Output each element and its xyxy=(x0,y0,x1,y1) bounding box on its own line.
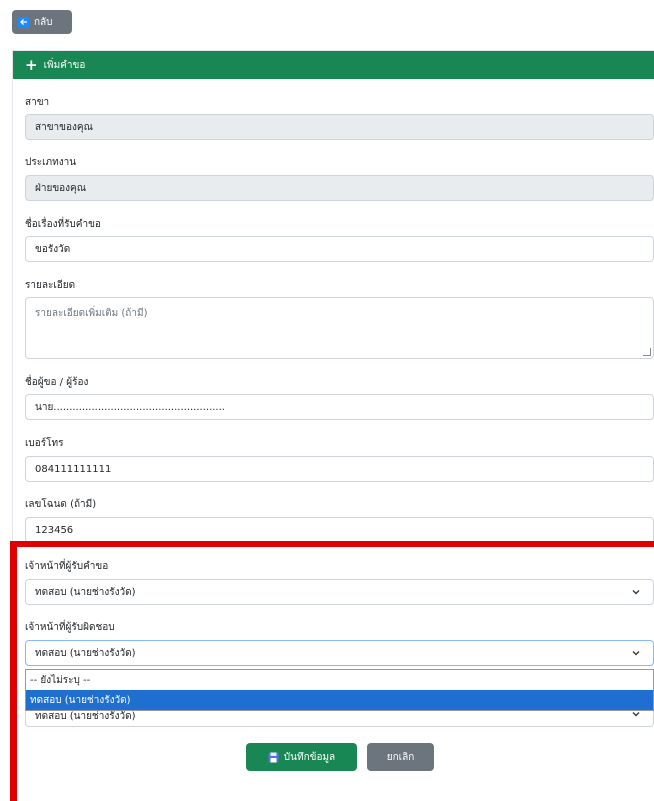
subject-value: ขอรังวัด xyxy=(35,243,71,255)
receiver-officer-select[interactable]: ทดสอบ (นายช่างรังวัด) xyxy=(25,579,654,605)
phone-input[interactable]: 084111111111 xyxy=(25,456,654,482)
branch-label: สาขา xyxy=(25,97,50,108)
save-icon xyxy=(268,752,279,762)
deed-value: 123456 xyxy=(35,524,74,536)
back-button[interactable]: กลับ xyxy=(12,10,72,34)
chevron-down-icon xyxy=(632,590,640,595)
department-value: ฝ่ายของคุณ xyxy=(35,182,87,194)
details-placeholder: รายละเอียดเพิ่มเติม (ถ้ามี) xyxy=(35,308,148,319)
receiver-officer-value: ทดสอบ (นายช่างรังวัด) xyxy=(35,586,136,598)
phone-label: เบอร์โทร xyxy=(25,438,64,449)
requester-label: ชื่อผู้ขอ / ผู้ร้อง xyxy=(25,377,89,388)
requester-value: นาย.....................................… xyxy=(35,401,225,413)
phone-value: 084111111111 xyxy=(35,463,112,475)
arrow-left-icon xyxy=(18,16,29,28)
back-button-label: กลับ xyxy=(34,16,53,28)
plus-icon: + xyxy=(25,55,38,74)
branch-value: สาขาของคุณ xyxy=(35,121,93,133)
responsible-officer-dropdown: -- ยังไม่ระบุ -- ทดสอบ (นายช่างรังวัด) xyxy=(25,669,654,711)
save-button[interactable]: บันทึกข้อมูล xyxy=(246,743,357,771)
deed-input[interactable]: 123456 xyxy=(25,517,654,543)
card-title: เพิ่มคำขอ xyxy=(43,59,86,71)
responsible-officer-label: เจ้าหน้าที่ผู้รับผิดชอบ xyxy=(25,622,115,633)
cancel-button-label: ยกเลิก xyxy=(386,751,415,763)
cancel-button[interactable]: ยกเลิก xyxy=(367,743,434,771)
dropdown-option-selected[interactable]: ทดสอบ (นายช่างรังวัด) xyxy=(26,690,653,710)
branch-field: สาขาของคุณ xyxy=(25,114,654,140)
requester-input[interactable]: นาย.....................................… xyxy=(25,394,654,420)
department-field: ฝ่ายของคุณ xyxy=(25,175,654,201)
responsible-officer-value: ทดสอบ (นายช่างรังวัด) xyxy=(35,647,136,659)
responsible-officer-select[interactable]: ทดสอบ (นายช่างรังวัด) xyxy=(25,640,654,666)
card-header: + เพิ่มคำขอ xyxy=(13,51,654,79)
save-button-label: บันทึกข้อมูล xyxy=(283,751,336,763)
subject-input[interactable]: ขอรังวัด xyxy=(25,236,654,262)
dropdown-option[interactable]: -- ยังไม่ระบุ -- xyxy=(26,670,653,690)
chevron-down-icon xyxy=(632,651,640,656)
details-textarea[interactable]: รายละเอียดเพิ่มเติม (ถ้ามี) xyxy=(25,297,654,359)
deed-label: เลขโฉนด (ถ้ามี) xyxy=(25,499,97,510)
details-label: รายละเอียด xyxy=(25,280,76,291)
receiver-officer-label: เจ้าหน้าที่ผู้รับคำขอ xyxy=(25,561,109,572)
subject-label: ชื่อเรื่องที่รับคำขอ xyxy=(25,219,101,230)
resize-grip-icon[interactable] xyxy=(643,348,651,356)
department-label: ประเภทงาน xyxy=(25,157,77,168)
